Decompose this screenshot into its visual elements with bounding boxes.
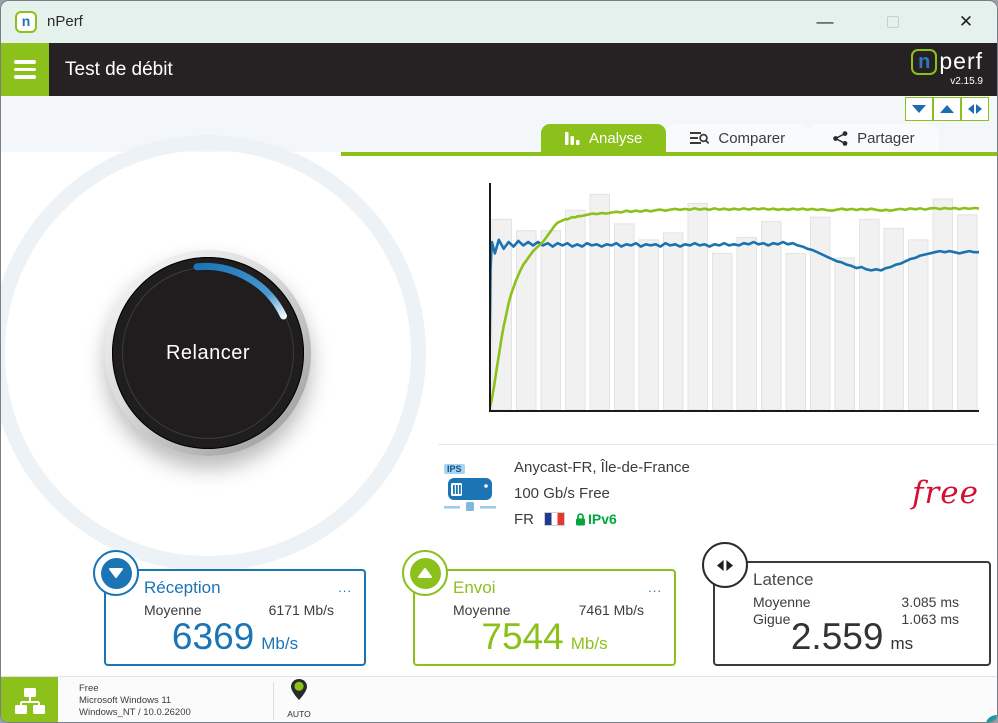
download-toggle-button[interactable]: [905, 97, 933, 121]
upload-arrow-icon: [418, 568, 432, 578]
bar-chart-icon: [565, 132, 580, 145]
isp-free-logo: free: [912, 475, 979, 511]
app-version: v2.15.9: [950, 76, 983, 87]
page-title: Test de débit: [65, 58, 173, 80]
speed-chart: [487, 183, 980, 412]
corner-accent-decoration: [986, 715, 997, 722]
os-name: Microsoft Windows 11: [79, 695, 172, 706]
location-pin-icon: [291, 679, 307, 700]
app-header: Test de débit n perf v2.15.9: [1, 43, 997, 96]
active-tab-underline: [341, 152, 997, 156]
hamburger-menu-button[interactable]: [1, 43, 49, 96]
relaunch-test-button[interactable]: Relancer: [105, 250, 311, 456]
tab-comparer[interactable]: Comparer: [666, 124, 810, 152]
reception-card: Réception ... Moyenne 6171 Mb/s 6369 Mb/s: [93, 550, 366, 666]
brand-n-icon: n: [911, 48, 938, 75]
network-interface-button[interactable]: [1, 677, 58, 722]
main-area: Relancer IPS Anycast-FR, Île-de-France 1…: [1, 135, 997, 676]
reception-title: Réception: [144, 578, 221, 597]
status-bar: Free Microsoft Windows 11 Windows_NT / 1…: [1, 676, 997, 722]
reception-unit: Mb/s: [261, 634, 299, 653]
upload-toggle-button[interactable]: [933, 97, 961, 121]
system-info: Free Microsoft Windows 11 Windows_NT / 1…: [79, 683, 191, 719]
tab-analyse[interactable]: Analyse: [541, 124, 667, 152]
server-icon: IPS: [444, 464, 496, 522]
latency-toggle-button[interactable]: [961, 97, 989, 121]
nperf-window: n nPerf — ✕ Test de débit n perf v2.15.9: [0, 0, 998, 723]
nperf-app-icon: n: [15, 11, 37, 33]
latence-avg-label: Moyenne: [753, 594, 811, 610]
latence-card: Latence Moyenne 3.085 ms Gigue 1.063 ms …: [702, 542, 991, 666]
hamburger-icon: [14, 60, 36, 64]
server-mode-button[interactable]: AUTO: [284, 678, 314, 719]
metric-toggle-group: [905, 97, 989, 121]
latence-title: Latence: [753, 570, 814, 589]
latency-arrows-icon: [717, 559, 733, 571]
envoi-title: Envoi: [453, 578, 496, 597]
ipv6-badge: IPv6: [575, 511, 617, 527]
isp-name: Free: [79, 683, 99, 694]
close-button[interactable]: ✕: [947, 1, 985, 43]
list-search-icon: [690, 131, 710, 144]
latence-current-value: 2.559: [790, 616, 884, 657]
latency-badge: [702, 542, 748, 588]
reception-current-value: 6369: [171, 616, 255, 657]
arrow-down-icon: [912, 105, 926, 113]
envoi-card: Envoi ... Moyenne 7461 Mb/s 7544 Mb/s: [402, 550, 676, 666]
envoi-menu-button[interactable]: ...: [648, 581, 662, 594]
download-arrow-icon: [109, 568, 123, 578]
latence-unit: ms: [890, 634, 914, 653]
reception-menu-button[interactable]: ...: [338, 581, 352, 594]
minimize-button[interactable]: —: [807, 1, 843, 43]
lan-network-icon: [14, 688, 45, 714]
server-mode-label: AUTO: [287, 709, 311, 719]
titlebar: n nPerf — ✕: [1, 1, 997, 43]
download-badge: [93, 550, 139, 596]
platform-version: Windows_NT / 10.0.26200: [79, 707, 191, 718]
statusbar-divider: [273, 682, 274, 720]
envoi-current-value: 7544: [481, 616, 564, 657]
latence-avg-value: 3.085 ms: [901, 594, 959, 610]
envoi-unit: Mb/s: [570, 634, 608, 653]
upload-badge: [402, 550, 448, 596]
server-name: Anycast-FR, Île-de-France: [514, 458, 690, 476]
arrow-up-icon: [940, 105, 954, 113]
tab-partager[interactable]: Partager: [809, 124, 939, 152]
server-country: FR: [514, 510, 534, 528]
lock-icon: [576, 512, 585, 525]
relaunch-label: Relancer: [165, 341, 251, 364]
arrows-left-right-icon: [968, 104, 982, 114]
server-info-row: IPS Anycast-FR, Île-de-France 100 Gb/s F…: [438, 444, 997, 541]
share-icon: [833, 130, 848, 146]
tab-strip: Analyse Comparer Partager: [541, 124, 939, 152]
server-bandwidth: 100 Gb/s Free: [514, 484, 610, 502]
nperf-brand-logo: n perf v2.15.9: [911, 48, 983, 87]
window-title: nPerf: [47, 13, 83, 30]
maximize-icon: [887, 16, 899, 28]
maximize-button[interactable]: [875, 1, 911, 43]
france-flag-icon: [544, 512, 565, 526]
ips-badge: IPS: [444, 464, 465, 474]
